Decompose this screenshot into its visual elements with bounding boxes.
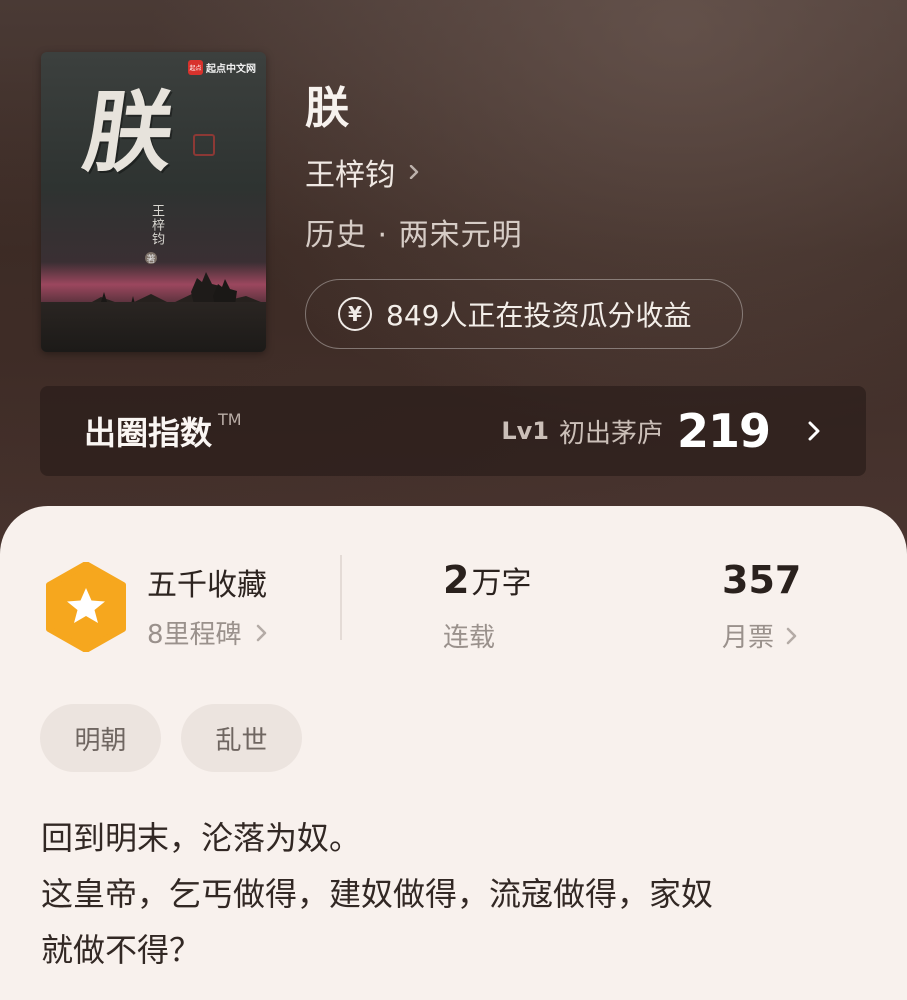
word-count-unit: 万字: [471, 566, 532, 601]
chevron-right-icon: [256, 624, 266, 641]
book-title: 朕: [305, 83, 349, 134]
trademark-mark: TM: [218, 410, 242, 429]
chevron-right-icon: [808, 421, 820, 441]
milestone-link[interactable]: 8里程碑: [147, 614, 268, 651]
index-title: 出圈指数: [84, 414, 213, 452]
index-score: 219: [676, 404, 771, 458]
index-summary: Lv1 初出茅庐 219: [501, 404, 822, 458]
book-cover[interactable]: 起点 起点中文网 朕 王梓钧 著: [41, 52, 266, 352]
invest-text: 849人正在投资瓜分收益: [386, 299, 692, 332]
monthly-votes-count: 357: [722, 558, 802, 602]
book-description[interactable]: 回到明末，沦落为奴。 这皇帝，乞丐做得，建奴做得，流寇做得，家奴 就做不得？: [41, 810, 871, 978]
cover-author: 王梓钧: [149, 204, 164, 246]
monthly-votes-link[interactable]: 月票: [722, 617, 798, 654]
cover-publisher: 起点 起点中文网: [188, 60, 256, 75]
invest-button[interactable]: ¥ 849人正在投资瓜分收益: [305, 279, 743, 349]
cover-seal-icon: [193, 134, 215, 156]
milestone-text: 8里程碑: [147, 620, 242, 650]
author-name: 王梓钧: [305, 158, 395, 193]
description-line: 回到明末，沦落为奴。: [41, 819, 362, 857]
publisher-logo-icon: 起点: [188, 60, 203, 75]
description-line: 这皇帝，乞丐做得，建奴做得，流寇做得，家奴: [41, 875, 714, 913]
word-count: 2 万字: [443, 558, 531, 602]
favorites-title: 五千收藏: [147, 568, 267, 603]
index-heading: 出圈指数 TM: [84, 408, 242, 454]
description-line: 就做不得？: [41, 931, 202, 969]
publisher-name: 起点中文网: [206, 64, 256, 75]
stats-divider: [340, 555, 342, 640]
chevron-right-icon: [786, 627, 797, 644]
tag-chip[interactable]: 乱世: [181, 704, 302, 772]
index-level-code: Lv1: [501, 417, 549, 445]
cover-ground: [41, 302, 266, 352]
breakout-index-bar[interactable]: 出圈指数 TM Lv1 初出茅庐 219: [40, 386, 866, 476]
serial-status: 连载: [443, 623, 496, 653]
star-hexagon-icon[interactable]: [45, 562, 127, 652]
index-level-name: 初出茅庐: [558, 418, 663, 449]
word-count-number: 2: [443, 558, 470, 602]
cover-title: 朕: [77, 80, 181, 184]
monthly-votes-label: 月票: [722, 623, 775, 653]
tag-chip[interactable]: 明朝: [40, 704, 161, 772]
chevron-right-icon: [409, 165, 419, 179]
cover-author-mark: 著: [145, 252, 157, 265]
yen-icon: ¥: [338, 297, 372, 331]
book-category: 历史 · 两宋元明: [305, 218, 523, 253]
author-link[interactable]: 王梓钧: [305, 150, 421, 194]
book-header: 起点 起点中文网 朕 王梓钧 著 朕 王梓钧 历史 · 两宋元明 ¥ 849人正…: [0, 0, 907, 560]
